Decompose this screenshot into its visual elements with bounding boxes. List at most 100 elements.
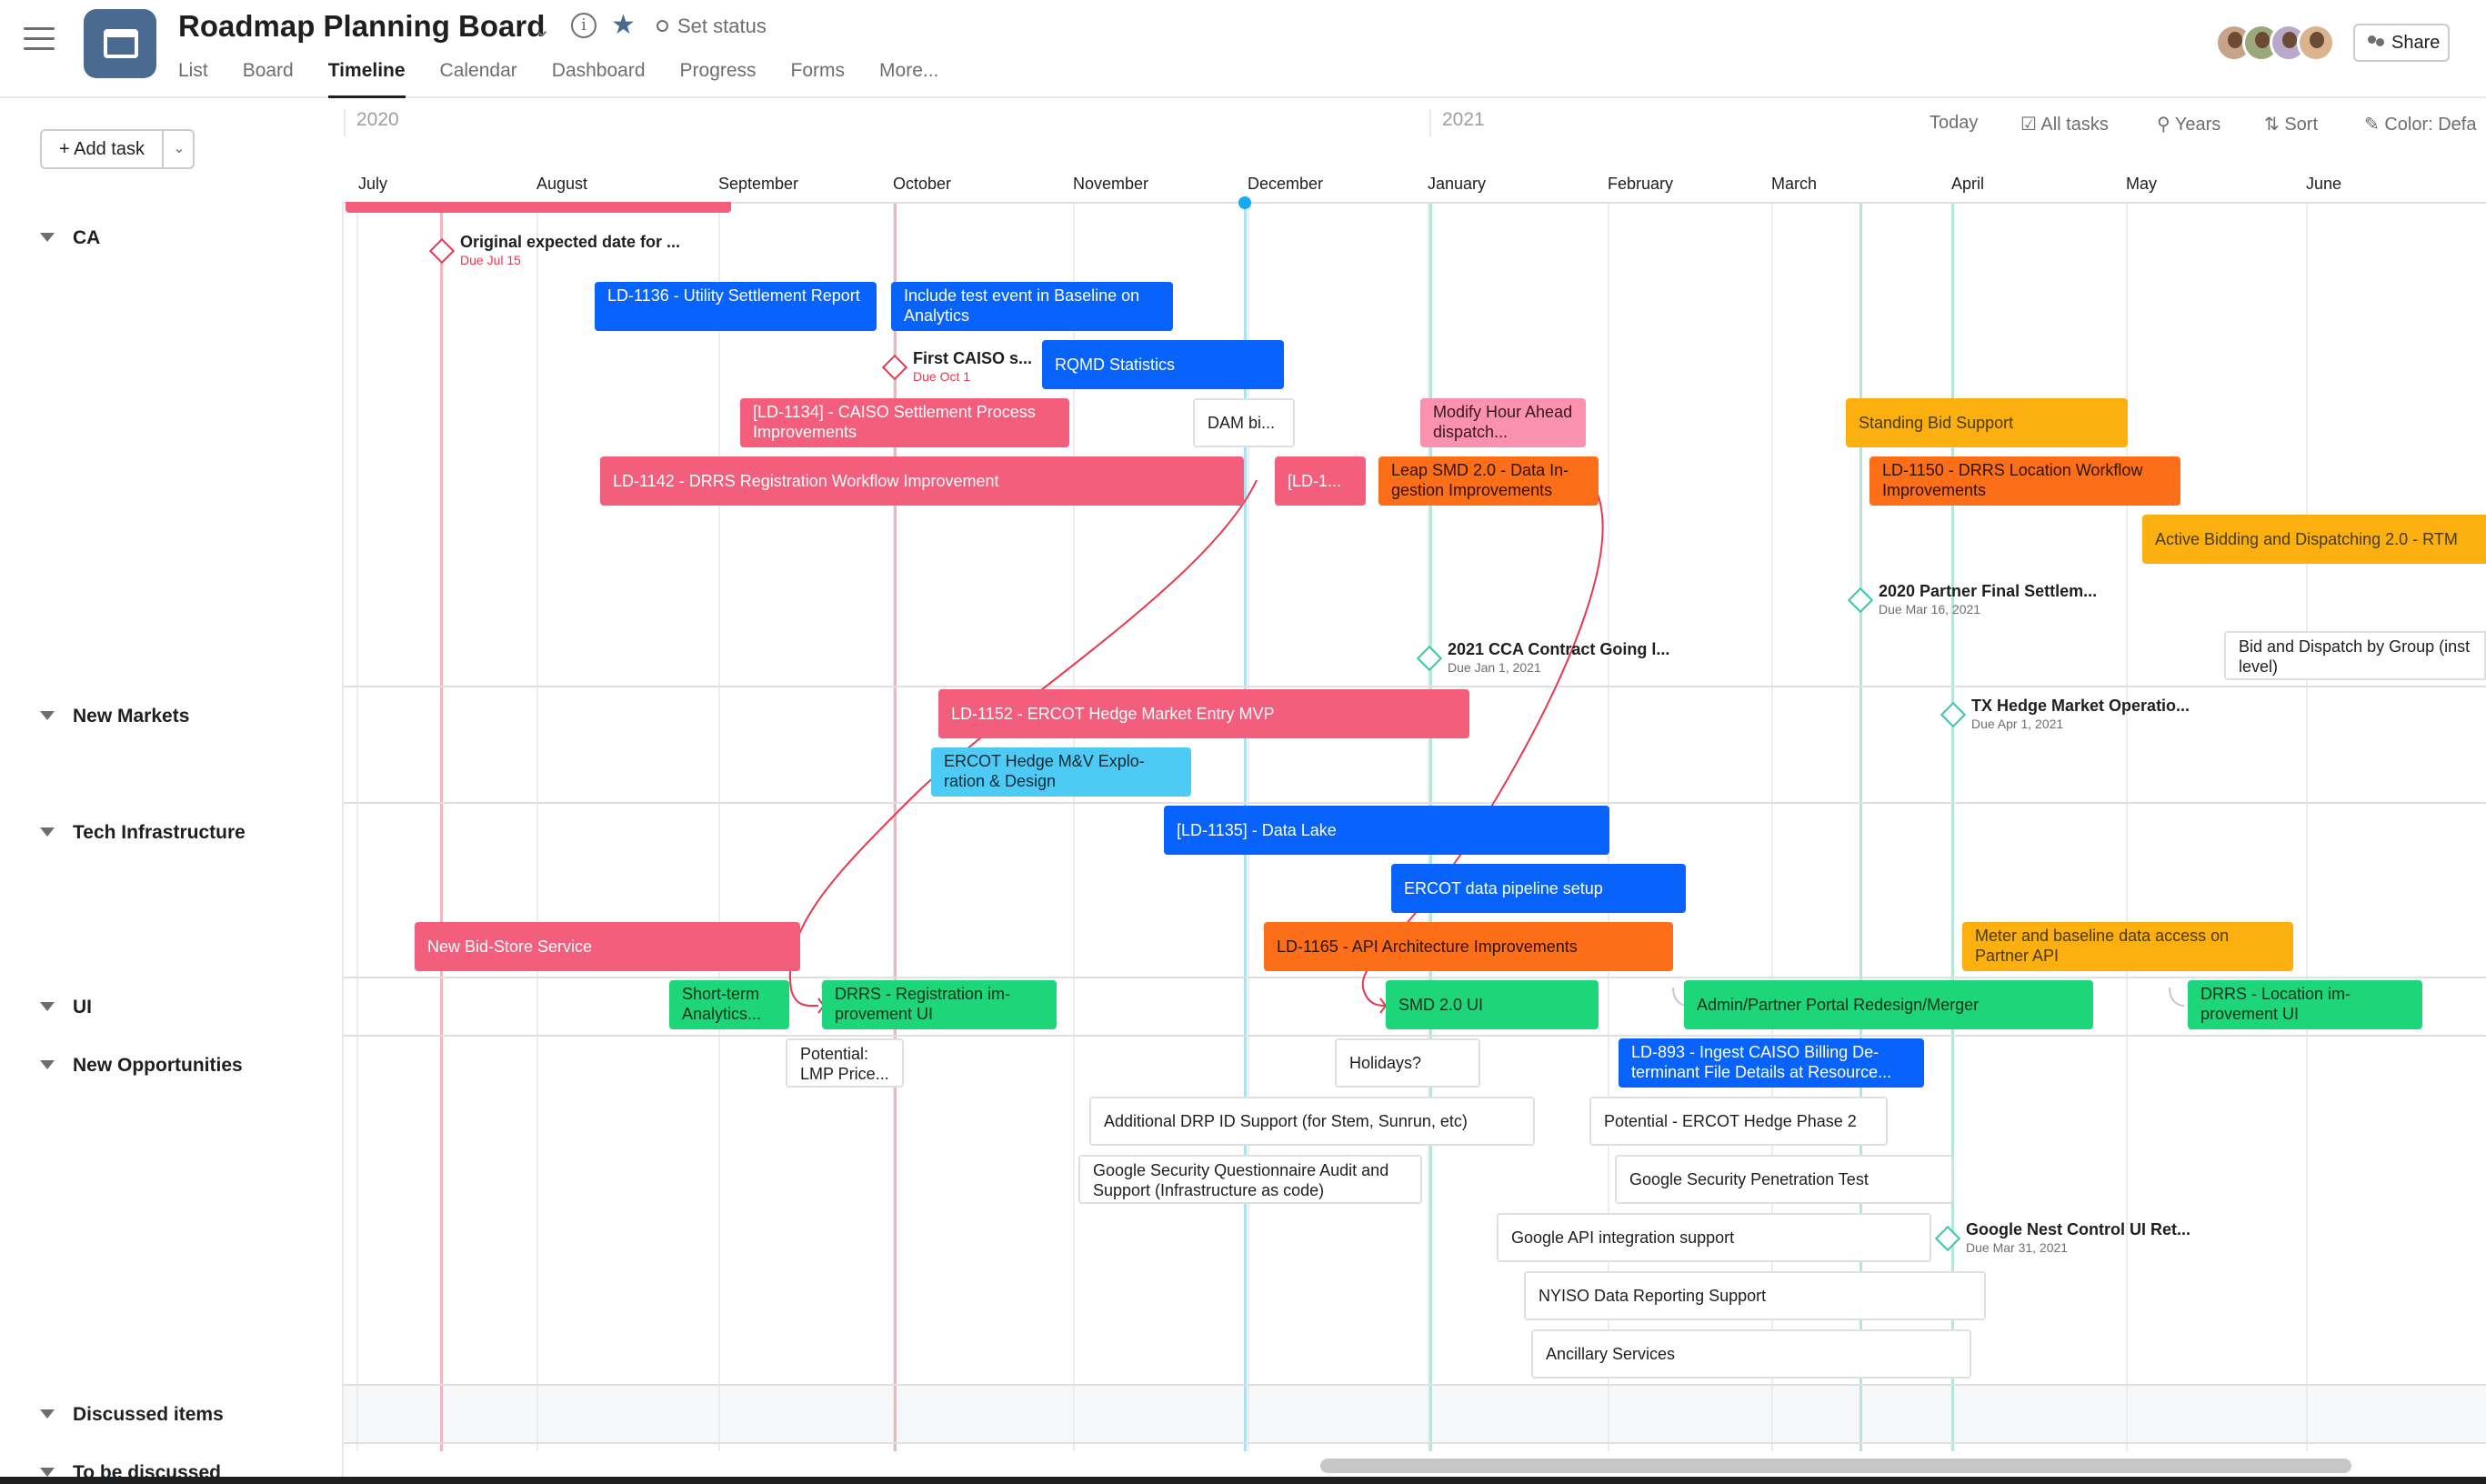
task-bar[interactable]: NYISO Data Reporting Support bbox=[1524, 1271, 1986, 1320]
task-bar[interactable]: Meter and baseline data access on Partne… bbox=[1962, 922, 2293, 971]
task-bar[interactable]: New Bid-Store Service bbox=[415, 922, 800, 971]
task-bar[interactable]: [LD-1... bbox=[1275, 456, 1366, 506]
add-task-button[interactable]: + Add task bbox=[42, 131, 162, 167]
set-status-button[interactable]: Set status bbox=[657, 15, 767, 38]
info-icon[interactable]: i bbox=[571, 13, 596, 38]
gridline bbox=[1073, 202, 1075, 1451]
avatar[interactable] bbox=[2297, 24, 2335, 62]
task-bar[interactable]: Bid and Dispatch by Group (inst level) bbox=[2224, 631, 2486, 680]
task-bar[interactable]: Google Security Questionnaire Audit and … bbox=[1078, 1155, 1422, 1204]
all-tasks-button[interactable]: ☑ All tasks bbox=[2020, 113, 2109, 135]
status-circle-icon bbox=[657, 20, 668, 32]
task-bar[interactable]: DRRS - Registration im-provement UI bbox=[822, 980, 1057, 1029]
tab-timeline[interactable]: Timeline bbox=[327, 58, 406, 98]
task-bar[interactable]: Potential - ERCOT Hedge Phase 2 bbox=[1589, 1097, 1888, 1146]
tab-calendar[interactable]: Calendar bbox=[440, 58, 517, 98]
today-button[interactable]: Today bbox=[1930, 113, 1978, 134]
gridline bbox=[718, 202, 720, 1451]
task-bar[interactable]: LD-1142 - DRRS Registration Workflow Imp… bbox=[600, 456, 1244, 506]
milestone-due: Due Mar 16, 2021 bbox=[1879, 602, 1981, 617]
task-bar[interactable]: SMD 2.0 UI bbox=[1386, 980, 1599, 1029]
section-label: Tech Infrastructure bbox=[73, 822, 246, 843]
task-bar[interactable]: Admin/Partner Portal Redesign/Merger bbox=[1684, 980, 2093, 1029]
task-bar[interactable]: RQMD Statistics bbox=[1042, 340, 1284, 389]
section-sidebar: CA New Markets Tech Infrastructure UI Ne… bbox=[0, 202, 344, 1484]
tab-list[interactable]: List bbox=[178, 58, 208, 98]
task-bar[interactable]: LD-1165 - API Architecture Improvements bbox=[1264, 922, 1673, 971]
collapse-caret-icon[interactable] bbox=[40, 1468, 55, 1477]
gridline bbox=[536, 202, 538, 1451]
color-button[interactable]: ✎ Color: Defa bbox=[2364, 113, 2476, 135]
section-label: Discussed items bbox=[73, 1404, 224, 1425]
tab-progress[interactable]: Progress bbox=[680, 58, 757, 98]
section-new-markets[interactable]: New Markets bbox=[40, 706, 189, 727]
milestone-name: First CAISO s... bbox=[913, 349, 1033, 367]
task-bar[interactable]: DRRS - Location im-provement UI bbox=[2188, 980, 2422, 1029]
tab-board[interactable]: Board bbox=[243, 58, 294, 98]
section-discussed-items[interactable]: Discussed items bbox=[40, 1404, 224, 1426]
color-label: Color: Defa bbox=[2384, 115, 2477, 135]
month-march: March bbox=[1771, 175, 1818, 193]
task-bar[interactable]: Include test event in Baseline on Analyt… bbox=[891, 282, 1173, 331]
task-bar[interactable]: ERCOT Hedge M&V Explo-ration & Design bbox=[931, 747, 1191, 797]
collapse-caret-icon[interactable] bbox=[40, 1409, 55, 1419]
month-may: May bbox=[2126, 175, 2158, 193]
month-june: June bbox=[2306, 175, 2342, 193]
milestone-name: Google Nest Control UI Ret... bbox=[1966, 1220, 2191, 1238]
milestone-due: Due Jul 15 bbox=[460, 253, 521, 267]
section-ca[interactable]: CA bbox=[40, 227, 100, 249]
task-bar[interactable]: Standing Bid Support bbox=[1846, 398, 2128, 447]
milestone-due: Due Oct 1 bbox=[913, 369, 971, 384]
section-new-opportunities[interactable]: New Opportunities bbox=[40, 1055, 243, 1077]
tab-more[interactable]: More... bbox=[879, 58, 938, 98]
task-bar[interactable]: Potential: LMP Price... bbox=[786, 1038, 904, 1088]
task-bar[interactable]: ERCOT data pipeline setup bbox=[1391, 864, 1686, 913]
task-bar[interactable]: Additional DRP ID Support (for Stem, Sun… bbox=[1089, 1097, 1535, 1146]
task-bar[interactable]: DAM bi... bbox=[1193, 398, 1295, 447]
section-divider bbox=[0, 802, 2486, 804]
task-bar[interactable]: LD-1152 - ERCOT Hedge Market Entry MVP bbox=[938, 689, 1469, 738]
task-bar[interactable]: Ancillary Services bbox=[1531, 1329, 1971, 1379]
task-bar[interactable]: Google Security Penetration Test bbox=[1615, 1155, 1953, 1204]
task-bar[interactable]: LD-893 - Ingest CAISO Billing De-termina… bbox=[1619, 1038, 1924, 1088]
task-bar[interactable]: Modify Hour Ahead dispatch... bbox=[1420, 398, 1586, 447]
milestone-due: Due Apr 1, 2021 bbox=[1971, 717, 2064, 731]
people-icon bbox=[2368, 35, 2384, 50]
task-bar[interactable]: LD-1136 - Utility Settlement Report bbox=[595, 282, 877, 331]
section-divider bbox=[0, 1035, 2486, 1037]
month-october: October bbox=[893, 175, 952, 193]
collapse-caret-icon[interactable] bbox=[40, 1060, 55, 1069]
collapse-caret-icon[interactable] bbox=[40, 711, 55, 720]
timeline-toolbar: + Add task ⌄ 2020 2021 Today ☑ All tasks… bbox=[0, 98, 2486, 202]
star-icon[interactable]: ★ bbox=[611, 9, 636, 41]
collapse-caret-icon[interactable] bbox=[40, 1002, 55, 1011]
share-button[interactable]: Share bbox=[2353, 24, 2450, 62]
horizontal-scrollbar[interactable] bbox=[1320, 1459, 2351, 1473]
collapse-caret-icon[interactable] bbox=[40, 827, 55, 837]
task-bar-partial[interactable] bbox=[346, 202, 731, 213]
add-task-dropdown-icon[interactable]: ⌄ bbox=[164, 131, 195, 167]
zoom-years-button[interactable]: ⚲ Years bbox=[2157, 113, 2220, 135]
task-bar[interactable]: Leap SMD 2.0 - Data In-gestion Improveme… bbox=[1378, 456, 1599, 506]
task-bar[interactable]: LD-1150 - DRRS Location Workflow Improve… bbox=[1870, 456, 2180, 506]
year-label-2020: 2020 bbox=[344, 109, 399, 136]
tab-forms[interactable]: Forms bbox=[791, 58, 846, 98]
sort-button[interactable]: ⇅ Sort bbox=[2264, 113, 2318, 135]
task-bar[interactable]: Google API integration support bbox=[1497, 1213, 1931, 1262]
section-divider bbox=[0, 1384, 2486, 1386]
tab-dashboard[interactable]: Dashboard bbox=[552, 58, 646, 98]
hamburger-menu-icon[interactable] bbox=[24, 27, 55, 51]
section-ui[interactable]: UI bbox=[40, 997, 92, 1018]
section-tech-infrastructure[interactable]: Tech Infrastructure bbox=[40, 822, 246, 844]
gridline bbox=[1771, 202, 1773, 1451]
collapse-caret-icon[interactable] bbox=[40, 233, 55, 242]
task-bar[interactable]: Short-term Analytics... bbox=[669, 980, 789, 1029]
task-bar[interactable]: [LD-1135] - Data Lake bbox=[1164, 806, 1609, 855]
member-avatars[interactable] bbox=[2215, 24, 2342, 62]
zoom-icon: ⚲ bbox=[2157, 115, 2175, 135]
sort-icon: ⇅ bbox=[2264, 115, 2285, 135]
task-bar[interactable]: [LD-1134] - CAISO Settlement Process Imp… bbox=[740, 398, 1069, 447]
task-bar[interactable]: Active Bidding and Dispatching 2.0 - RTM bbox=[2142, 515, 2486, 564]
chevron-down-icon[interactable]: ⌄ bbox=[533, 16, 551, 43]
task-bar[interactable]: Holidays? bbox=[1335, 1038, 1480, 1088]
